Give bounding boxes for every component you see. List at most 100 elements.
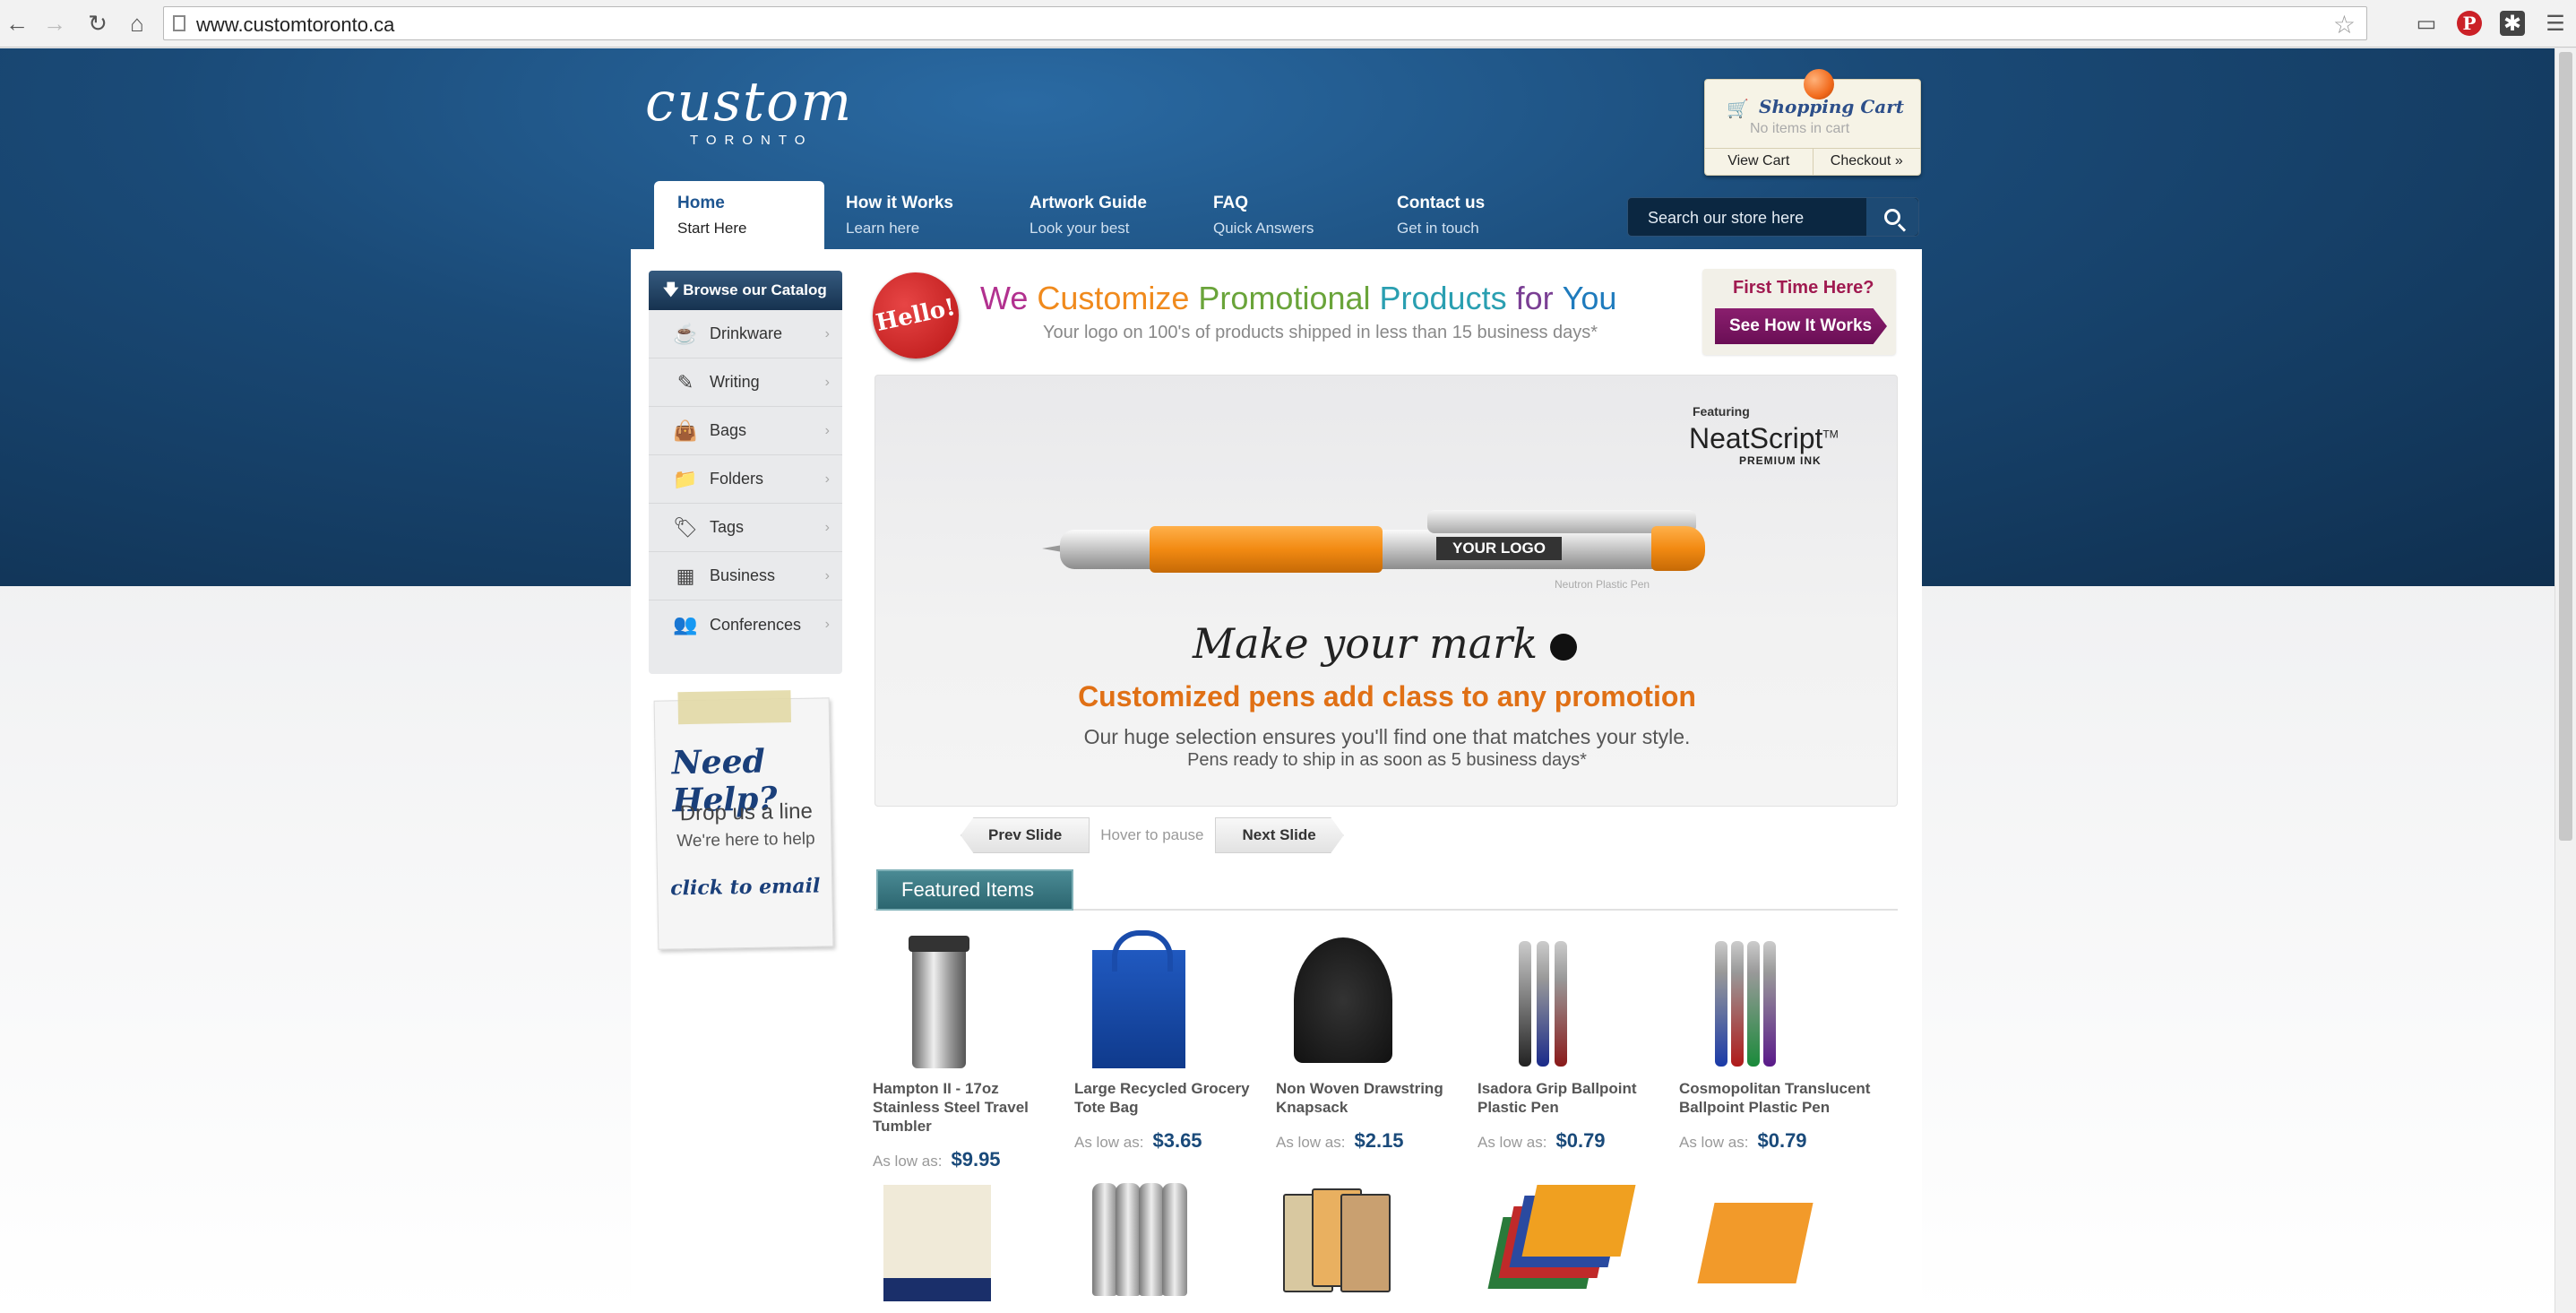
page: custom TORONTO 🛒 Shopping Cart No items … <box>0 48 2554 1313</box>
product-card[interactable] <box>873 1167 1070 1310</box>
shopping-cart: 🛒 Shopping Cart No items in cart View Ca… <box>1704 69 1921 176</box>
product-card[interactable] <box>1478 1167 1675 1310</box>
site-logo[interactable]: custom TORONTO <box>645 75 853 148</box>
catalog-item-label: Drinkware <box>710 324 783 342</box>
chevron-right-icon: › <box>824 617 830 632</box>
need-help-note[interactable]: Need Help? Drop us a line We're here to … <box>653 690 834 950</box>
catalog-header[interactable]: 🡇 Browse our Catalog <box>649 271 842 310</box>
product-image-folders[interactable] <box>1478 1167 1675 1310</box>
product-image-tote[interactable] <box>873 1167 1070 1310</box>
product-name[interactable]: Large Recycled Grocery Tote Bag <box>1074 1079 1271 1117</box>
catalog-item-folders[interactable]: 📁 Folders › <box>649 455 842 504</box>
nav-contact[interactable]: Contact us Get in touch <box>1375 181 1559 249</box>
pinterest-icon[interactable]: P <box>2457 11 2482 36</box>
tape-decoration <box>677 690 792 725</box>
nav-title: How it Works <box>846 194 953 212</box>
slider-controls: Prev Slide Hover to pause Next Slide <box>961 817 1344 853</box>
catalog-item-bags[interactable]: 👜 Bags › <box>649 407 842 455</box>
pen-image: YOUR LOGO Neutron Plastic Pen <box>1042 510 1714 591</box>
catalog-item-drinkware[interactable]: ☕ Drinkware › <box>649 310 842 358</box>
catalog-item-writing[interactable]: ✎ Writing › <box>649 358 842 407</box>
product-image-knapsack[interactable] <box>1276 932 1473 1075</box>
nav-artwork-guide[interactable]: Artwork Guide Look your best <box>1008 181 1192 249</box>
chevron-right-icon: › <box>824 422 830 438</box>
promo-slide[interactable]: Featuring NeatScriptTM PREMIUM INK YOUR … <box>874 375 1898 807</box>
checkout-link[interactable]: Checkout » <box>1812 149 1921 175</box>
product-image-isadora-pens[interactable] <box>1478 932 1675 1075</box>
tag-icon: 🏷 <box>673 515 698 539</box>
reload-icon[interactable]: ↻ <box>84 9 111 38</box>
product-name[interactable]: Cosmopolitan Translucent Ballpoint Plast… <box>1679 1079 1876 1117</box>
product-price: As low as: $3.65 <box>1074 1129 1271 1153</box>
catalog-item-conferences[interactable]: 👥 Conferences › <box>649 600 842 649</box>
tagline-word: Products <box>1379 280 1507 316</box>
first-time-box: First Time Here? See How It Works <box>1702 269 1896 355</box>
forward-icon[interactable]: → <box>41 9 68 38</box>
back-icon[interactable]: ← <box>4 9 30 38</box>
nav-title: FAQ <box>1213 194 1249 212</box>
catalog-item-business[interactable]: ▦ Business › <box>649 552 842 600</box>
nav-sub: Look your best <box>1030 220 1130 237</box>
product-image-tumbler[interactable] <box>873 932 1070 1075</box>
nav-title: Home <box>677 194 725 212</box>
product-name[interactable]: Hampton II - 17oz Stainless Steel Travel… <box>873 1079 1070 1136</box>
next-slide-button[interactable]: Next Slide <box>1214 817 1344 853</box>
address-bar[interactable]: www.customtoronto.ca ☆ <box>163 6 2367 40</box>
home-icon[interactable]: ⌂ <box>124 9 151 38</box>
scrollbar[interactable] <box>2554 48 2576 1313</box>
search-input[interactable]: Search our store here <box>1627 197 1919 237</box>
product-price: As low as: $2.15 <box>1276 1129 1473 1153</box>
product-card[interactable]: Isadora Grip Ballpoint Plastic Pen As lo… <box>1478 932 1675 1153</box>
product-card[interactable]: Hampton II - 17oz Stainless Steel Travel… <box>873 932 1070 1171</box>
catalog-item-label: Bags <box>710 421 747 439</box>
product-card[interactable]: Cosmopolitan Translucent Ballpoint Plast… <box>1679 932 1876 1153</box>
product-image-water-bottles[interactable] <box>1074 1167 1271 1310</box>
bag-icon: 👜 <box>673 419 698 442</box>
bookmark-star-icon[interactable]: ☆ <box>2333 10 2356 39</box>
cast-icon[interactable]: ▭ <box>2412 9 2441 38</box>
product-card[interactable] <box>1679 1167 1876 1310</box>
tagline-word: for <box>1515 280 1554 316</box>
main-content: 🡇 Browse our Catalog ☕ Drinkware › ✎ Writin… <box>631 249 1922 1313</box>
featured-items-tab[interactable]: Featured Items <box>876 869 1073 911</box>
product-card[interactable]: Non Woven Drawstring Knapsack As low as:… <box>1276 932 1473 1153</box>
featuring-label: Featuring <box>1693 404 1750 419</box>
search-button[interactable] <box>1866 198 1918 236</box>
people-icon: 👥 <box>673 613 698 635</box>
mug-icon: ☕ <box>673 322 698 345</box>
product-name[interactable]: Isadora Grip Ballpoint Plastic Pen <box>1478 1079 1675 1117</box>
catalog-item-tags[interactable]: 🏷 Tags › <box>649 504 842 552</box>
price-prefix: As low as: <box>1074 1134 1144 1151</box>
browser-toolbar: ← → ↻ ⌂ www.customtoronto.ca ☆ ▭ P ✱ ☰ <box>0 0 2576 48</box>
tagline-word: Customize <box>1037 280 1190 316</box>
prev-slide-button[interactable]: Prev Slide <box>961 817 1090 853</box>
slide-line1: Our huge selection ensures you'll find o… <box>1083 725 1691 748</box>
product-image-journal[interactable] <box>1679 1167 1876 1310</box>
see-how-it-works-button[interactable]: See How It Works <box>1715 308 1887 344</box>
product-image-cosmopolitan-pens[interactable] <box>1679 932 1876 1075</box>
nav-sub: Learn here <box>846 220 920 237</box>
nav-home[interactable]: Home Start Here <box>654 181 824 249</box>
extension-icon[interactable]: ✱ <box>2500 11 2525 36</box>
price-prefix: As low as: <box>1478 1134 1547 1151</box>
scrollbar-thumb[interactable] <box>2559 52 2572 841</box>
product-image-tote[interactable] <box>1074 930 1271 1075</box>
nav-how-it-works[interactable]: How it Works Learn here <box>824 181 1008 249</box>
product-name[interactable]: Non Woven Drawstring Knapsack <box>1276 1079 1473 1117</box>
cart-icon: 🛒 <box>1727 99 1749 119</box>
product-card[interactable] <box>1074 1167 1271 1310</box>
product-image-notebooks[interactable] <box>1276 1167 1473 1310</box>
product-card[interactable] <box>1276 1167 1473 1310</box>
email-link[interactable]: click to email <box>670 875 821 901</box>
hello-badge: Hello! <box>865 264 967 367</box>
menu-icon[interactable]: ☰ <box>2541 9 2570 38</box>
chevron-right-icon: › <box>824 374 830 390</box>
nav-faq[interactable]: FAQ Quick Answers <box>1192 181 1375 249</box>
logo-main: custom <box>645 71 854 134</box>
product-card[interactable]: Large Recycled Grocery Tote Bag As low a… <box>1074 930 1271 1153</box>
catalog-menu: 🡇 Browse our Catalog ☕ Drinkware › ✎ Writin… <box>649 271 842 674</box>
pen-icon: ✎ <box>676 370 694 393</box>
price-value: $3.65 <box>1152 1129 1202 1152</box>
view-cart-link[interactable]: View Cart <box>1705 149 1813 175</box>
search-icon <box>1884 209 1900 225</box>
